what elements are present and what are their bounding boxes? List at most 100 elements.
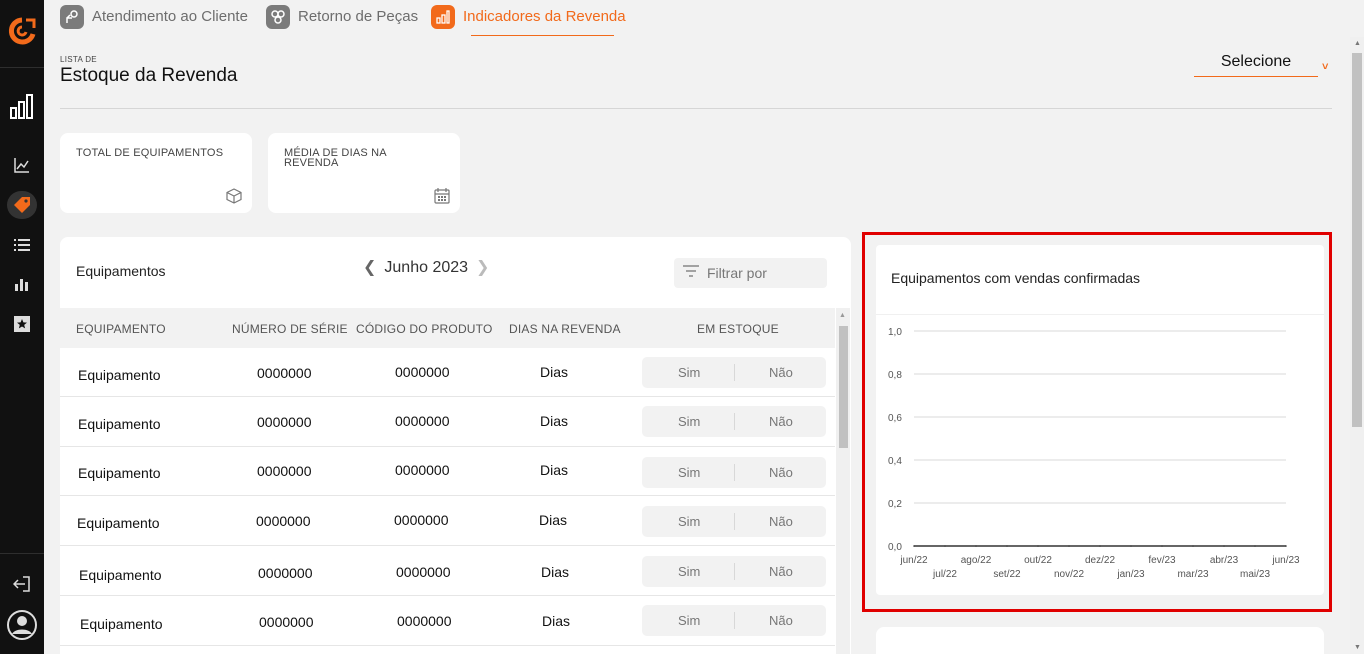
page-scrollbar[interactable]: ▲ ▼ [1350, 37, 1364, 654]
main-content: LISTA DE Estoque da Revenda Selecione ˅ … [44, 37, 1350, 654]
table-row[interactable]: Equipamento 0000000 0000000 Dias Sim Não [60, 348, 835, 397]
list-icon[interactable] [12, 235, 32, 255]
table-row[interactable]: Equipamento 0000000 0000000 Dias Sim Não [60, 447, 835, 496]
stock-toggle: Sim Não [642, 506, 826, 537]
equipamento-cell: Equipamento [80, 616, 163, 632]
top-nav: Atendimento ao Cliente Retorno de Peças … [44, 0, 1364, 37]
nao-option[interactable]: Não [769, 564, 793, 579]
scrollbar-thumb[interactable] [1352, 53, 1362, 427]
dealer-indicators-icon [431, 5, 455, 29]
table-row[interactable]: Equipamento 0000000 0000000 Dias Sim Não [60, 497, 835, 546]
serie-cell: 0000000 [256, 513, 311, 529]
nao-option[interactable]: Não [769, 514, 793, 529]
codigo-cell: 0000000 [395, 462, 450, 478]
table-row[interactable]: Equipamento 0000000 0000000 Dias Sim Não [60, 597, 835, 646]
stock-toggle: Sim Não [642, 457, 826, 488]
scrollbar-thumb[interactable] [839, 326, 848, 448]
equipamento-cell: Equipamento [78, 416, 161, 432]
media-dias-card: MÉDIA DE DIAS NA REVENDA [268, 133, 460, 213]
sim-option[interactable]: Sim [678, 564, 700, 579]
dias-cell: Dias [541, 564, 570, 580]
scroll-up-icon[interactable]: ▲ [839, 312, 846, 319]
dealer-select-value: Selecione [1220, 53, 1292, 70]
nao-option[interactable]: Não [769, 613, 793, 628]
toggle-divider [734, 364, 735, 381]
secondary-card [876, 627, 1324, 654]
equipamento-cell: Equipamento [79, 567, 162, 583]
total-equipamentos-card: TOTAL DE EQUIPAMENTOS [60, 133, 252, 213]
dias-cell: Dias [539, 512, 568, 528]
stock-toggle: Sim Não [642, 406, 826, 437]
sim-option[interactable]: Sim [678, 514, 700, 529]
equipamento-cell: Equipamento [78, 367, 161, 383]
dias-cell: Dias [540, 364, 569, 380]
serie-cell: 0000000 [257, 414, 312, 430]
page-title: Estoque da Revenda [60, 65, 238, 86]
scroll-down-icon[interactable]: ▼ [1354, 644, 1361, 651]
tab-label: Atendimento ao Cliente [92, 8, 248, 25]
month-navigator: ❮ Junho 2023 ❯ [363, 259, 489, 277]
header-divider [60, 108, 1332, 109]
line-chart-icon[interactable] [12, 155, 32, 175]
table-row[interactable]: Equipamento 0000000 0000000 Dias Sim Não [60, 398, 835, 447]
dias-cell: Dias [540, 462, 569, 478]
equipamento-cell: Equipamento [77, 515, 160, 531]
column-header[interactable]: NÚMERO DE SÉRIE [232, 322, 348, 336]
sim-option[interactable]: Sim [678, 613, 700, 628]
card-label: MÉDIA DE DIAS NA REVENDA [284, 147, 387, 169]
codigo-cell: 0000000 [395, 413, 450, 429]
serie-cell: 0000000 [257, 365, 312, 381]
tab-indicadores[interactable]: Indicadores da Revenda [431, 5, 626, 37]
sim-option[interactable]: Sim [678, 465, 700, 480]
stock-toggle: Sim Não [642, 357, 826, 388]
logout-icon[interactable] [12, 574, 32, 594]
column-header[interactable]: EQUIPAMENTO [76, 322, 166, 336]
panel-title: Equipamentos [76, 263, 166, 279]
chevron-left-icon[interactable]: ❮ [363, 259, 376, 277]
filter-icon [683, 264, 699, 282]
toggle-divider [734, 513, 735, 530]
tab-atendimento[interactable]: Atendimento ao Cliente [60, 5, 248, 37]
active-tab-underline [471, 35, 614, 36]
column-header[interactable]: EM ESTOQUE [697, 322, 779, 336]
user-avatar-icon[interactable] [6, 609, 38, 641]
filter-button[interactable]: Filtrar por [674, 258, 827, 288]
column-chart-icon[interactable] [12, 274, 32, 294]
toggle-divider [734, 612, 735, 629]
chevron-down-icon[interactable]: ˅ [1322, 61, 1328, 73]
stock-toggle: Sim Não [642, 605, 826, 636]
star-box-icon[interactable] [12, 314, 32, 334]
column-header[interactable]: CÓDIGO DO PRODUTO [356, 322, 493, 336]
filter-label: Filtrar por [707, 265, 767, 281]
tag-icon[interactable] [12, 195, 32, 215]
codigo-cell: 0000000 [395, 364, 450, 380]
codigo-cell: 0000000 [397, 613, 452, 629]
equipamento-cell: Equipamento [78, 465, 161, 481]
toggle-divider [734, 464, 735, 481]
customer-service-icon [60, 5, 84, 29]
table-row[interactable]: Equipamento 0000000 0000000 Dias Sim Não [60, 547, 835, 596]
table-scrollbar[interactable]: ▲ [836, 308, 850, 654]
scroll-up-icon[interactable]: ▲ [1354, 40, 1361, 47]
codigo-cell: 0000000 [394, 512, 449, 528]
sim-option[interactable]: Sim [678, 365, 700, 380]
chevron-right-icon[interactable]: ❯ [476, 259, 489, 277]
toggle-divider [734, 563, 735, 580]
bar-chart-icon[interactable] [10, 93, 34, 119]
brand-logo[interactable] [7, 16, 37, 46]
tab-retorno[interactable]: Retorno de Peças [266, 5, 418, 37]
sidebar [0, 0, 44, 654]
parts-return-icon [266, 5, 290, 29]
sidebar-divider [0, 553, 44, 554]
nao-option[interactable]: Não [769, 465, 793, 480]
tab-label: Indicadores da Revenda [463, 8, 626, 25]
sim-option[interactable]: Sim [678, 414, 700, 429]
nao-option[interactable]: Não [769, 414, 793, 429]
dealer-select[interactable]: Selecione [1194, 53, 1318, 77]
column-header[interactable]: DIAS NA REVENDA [509, 322, 621, 336]
tab-label: Retorno de Peças [298, 8, 419, 25]
highlight-box [862, 232, 1332, 612]
dias-cell: Dias [542, 613, 571, 629]
codigo-cell: 0000000 [396, 564, 451, 580]
nao-option[interactable]: Não [769, 365, 793, 380]
